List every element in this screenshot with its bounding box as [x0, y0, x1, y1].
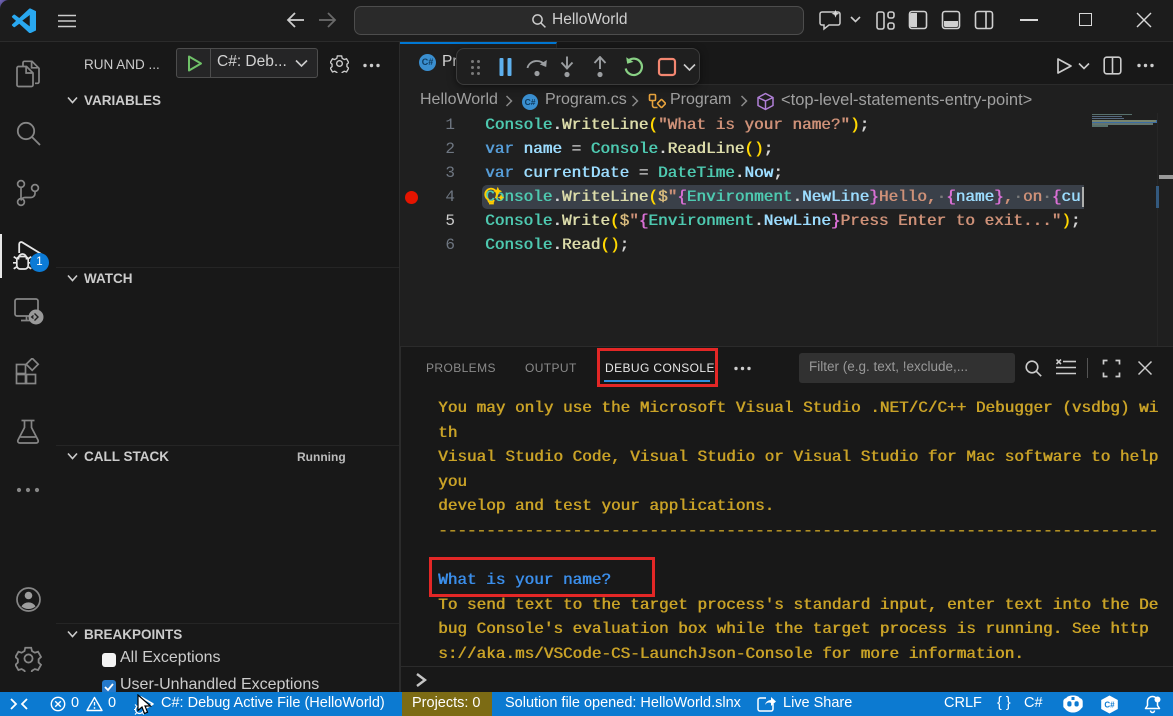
svg-text:C#: C# — [1104, 700, 1115, 709]
